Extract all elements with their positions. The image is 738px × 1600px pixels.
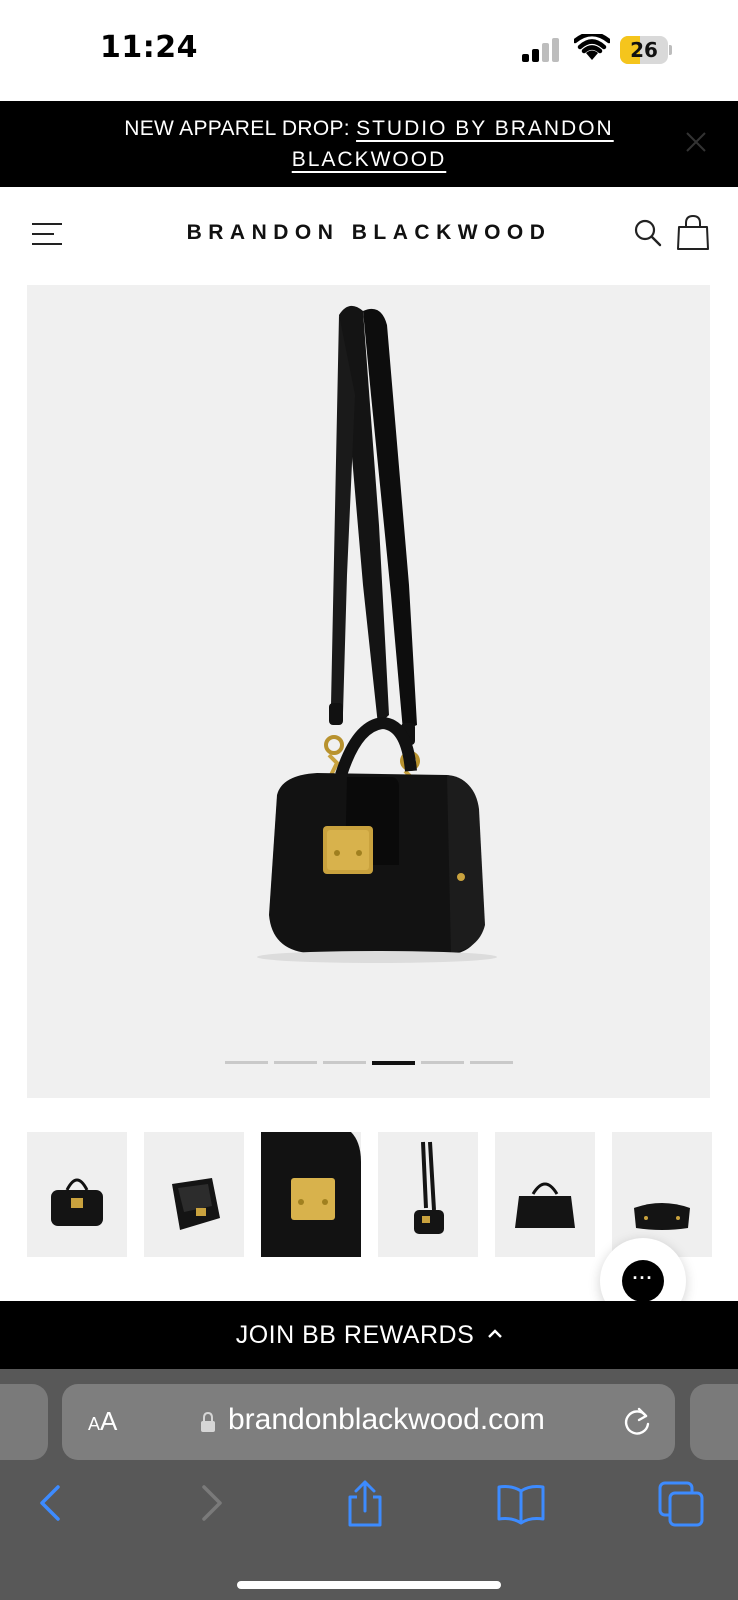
chat-dots: ··· <box>632 1268 654 1288</box>
shopping-bag-icon[interactable] <box>676 215 710 251</box>
slide-indicator-dot[interactable] <box>371 1061 415 1065</box>
announcement-prefix: NEW APPAREL DROP: <box>124 117 357 140</box>
lock-icon <box>201 1412 215 1432</box>
search-icon[interactable] <box>634 219 662 247</box>
share-icon[interactable] <box>340 1479 390 1529</box>
brand-logo[interactable]: BRANDON BLACKWOOD <box>160 221 578 245</box>
thumbnail-4[interactable] <box>378 1132 478 1257</box>
back-icon[interactable] <box>26 1479 76 1529</box>
announcement-link-line1[interactable]: STUDIO BY BRANDON <box>356 117 614 140</box>
rewards-label[interactable]: JOIN BB REWARDS <box>236 1321 475 1349</box>
chat-bubble-icon[interactable]: ··· <box>622 1260 664 1302</box>
url-text[interactable]: brandonblackwood.com <box>228 1403 545 1437</box>
rewards-label-row[interactable]: JOIN BB REWARDS <box>0 1321 738 1350</box>
browser-toolbar <box>0 1479 738 1549</box>
chevron-up-icon[interactable] <box>488 1327 503 1341</box>
previous-tab-preview[interactable] <box>0 1384 48 1460</box>
wifi-icon <box>574 34 610 60</box>
slide-indicator-dot[interactable] <box>322 1061 366 1064</box>
slide-indicator-dot[interactable] <box>469 1061 513 1064</box>
close-icon[interactable] <box>684 130 708 154</box>
thumbnail-5[interactable] <box>495 1132 595 1257</box>
forward-icon[interactable] <box>186 1479 236 1529</box>
tabs-icon[interactable] <box>656 1479 706 1529</box>
browser-chrome: AA brandonblackwood.com <box>0 1369 738 1600</box>
status-time: 11:24 <box>100 30 198 65</box>
product-gallery[interactable] <box>27 285 710 1098</box>
hamburger-menu-icon[interactable] <box>32 223 64 247</box>
announcement-text: NEW APPAREL DROP: STUDIO BY BRANDON BLACK… <box>60 113 678 175</box>
rewards-bar[interactable]: JOIN BB REWARDS <box>0 1301 738 1369</box>
thumbnail-3[interactable] <box>261 1132 361 1257</box>
announcement-link-line2[interactable]: BLACKWOOD <box>292 148 447 171</box>
product-image[interactable] <box>27 285 710 1098</box>
home-indicator <box>237 1581 501 1589</box>
status-bar: 11:24 26 <box>0 0 738 100</box>
next-tab-preview[interactable] <box>690 1384 738 1460</box>
reload-icon[interactable] <box>622 1406 652 1438</box>
battery-indicator: 26 <box>620 36 672 64</box>
text-size-button[interactable]: AA <box>88 1406 117 1437</box>
address-bar[interactable]: AA brandonblackwood.com <box>62 1384 675 1460</box>
bookmarks-icon[interactable] <box>496 1479 546 1529</box>
slide-indicator-dot[interactable] <box>224 1061 268 1064</box>
thumbnail-2[interactable] <box>144 1132 244 1257</box>
slide-indicators <box>27 1061 710 1067</box>
announcement-bar: NEW APPAREL DROP: STUDIO BY BRANDON BLACK… <box>0 101 738 187</box>
slide-indicator-dot[interactable] <box>420 1061 464 1064</box>
slide-indicator-dot[interactable] <box>273 1061 317 1064</box>
battery-percentage: 26 <box>630 38 658 62</box>
thumbnail-6[interactable] <box>612 1132 712 1257</box>
thumbnail-1[interactable] <box>27 1132 127 1257</box>
site-header: BRANDON BLACKWOOD <box>0 187 738 283</box>
thumbnail-strip <box>27 1132 738 1257</box>
cellular-signal-icon <box>522 38 559 62</box>
